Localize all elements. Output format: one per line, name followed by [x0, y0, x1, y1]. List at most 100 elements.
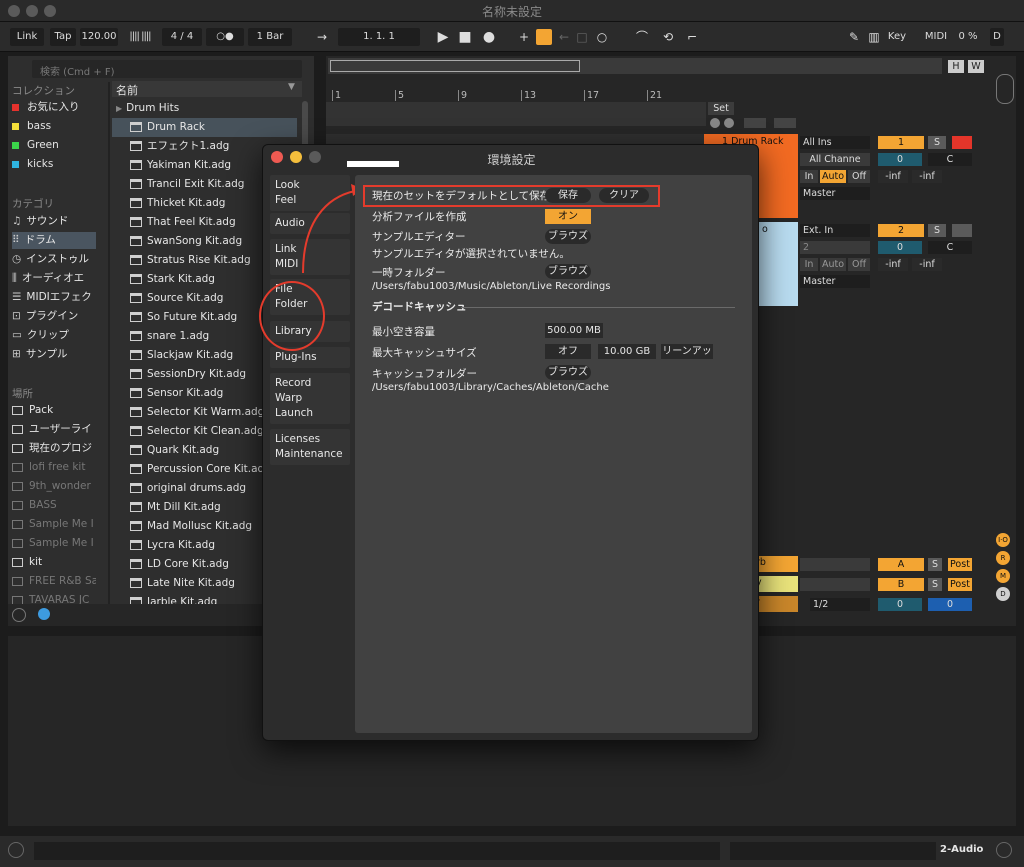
pan-field-1[interactable]: C: [928, 153, 972, 166]
input-type-dropdown-1[interactable]: All Ins: [800, 136, 870, 149]
master-volume-field[interactable]: 0: [878, 598, 922, 611]
collection-item[interactable]: kicks: [12, 156, 96, 173]
follow-icon[interactable]: →: [312, 28, 332, 46]
h-button[interactable]: H: [948, 60, 964, 73]
master-cue-dropdown[interactable]: 1/2: [810, 598, 870, 611]
tempo-field[interactable]: 120.00: [80, 28, 118, 46]
preview-toggle-icon[interactable]: [38, 608, 50, 620]
back-to-arrangement-icon[interactable]: ←: [556, 28, 572, 46]
session-record-icon[interactable]: ○: [594, 28, 610, 46]
arrangement-position-field[interactable]: 1. 1. 1: [338, 28, 420, 46]
category-item[interactable]: ⫼ オーディオエ: [12, 270, 96, 287]
input-type-dropdown-2[interactable]: Ext. In: [800, 224, 870, 237]
category-item[interactable]: ⠿ ドラム: [12, 232, 96, 249]
monitor-off-1[interactable]: Off: [848, 170, 870, 183]
return-b-solo[interactable]: S: [928, 578, 942, 591]
place-item[interactable]: BASS: [12, 497, 96, 514]
stop-icon[interactable]: ■: [456, 28, 474, 46]
mixer-toggle-icon[interactable]: [996, 74, 1014, 104]
track-activator-2[interactable]: 2: [878, 224, 924, 237]
input-channel-dropdown-1[interactable]: All Channe: [800, 153, 870, 166]
min-free-field[interactable]: 500.00 MB: [545, 323, 603, 338]
place-item[interactable]: FREE R&B Sa: [12, 573, 96, 590]
collection-item[interactable]: お気に入り: [12, 99, 96, 116]
expand-icon[interactable]: [744, 118, 766, 128]
monitor-auto-1[interactable]: Auto: [820, 170, 846, 183]
return-b-activator[interactable]: B: [878, 578, 924, 591]
arm-button-1[interactable]: [952, 136, 972, 149]
quantize-dropdown[interactable]: 1 Bar: [248, 28, 292, 46]
preferences-tab[interactable]: Plug-Ins: [270, 347, 350, 368]
sample-editor-browse-button[interactable]: ブラウズ: [545, 229, 591, 244]
save-default-button[interactable]: 保存: [545, 188, 591, 203]
return-b-post[interactable]: Post: [948, 578, 972, 591]
set-button[interactable]: Set: [708, 102, 734, 115]
capture-icon[interactable]: □: [574, 28, 590, 46]
midi-map-button[interactable]: MIDI: [922, 28, 950, 46]
volume-field-2[interactable]: 0: [878, 241, 922, 254]
category-item[interactable]: ⊡ プラグイン: [12, 308, 96, 325]
w-button[interactable]: W: [968, 60, 984, 73]
time-signature-field[interactable]: 4 / 4: [162, 28, 202, 46]
key-map-button[interactable]: Key: [884, 28, 910, 46]
info-view-icon[interactable]: [8, 842, 24, 858]
keyboard-icon[interactable]: ▥: [866, 28, 882, 46]
temp-folder-browse-button[interactable]: ブラウズ: [545, 264, 591, 279]
overview-bar[interactable]: [328, 58, 942, 74]
category-item[interactable]: ⊞ サンプル: [12, 346, 96, 363]
locator-prev-icon[interactable]: [710, 118, 720, 128]
clear-default-button[interactable]: クリア: [599, 188, 649, 203]
max-cache-toggle[interactable]: オフ: [545, 344, 591, 359]
arm-button-2[interactable]: [952, 224, 972, 237]
file-item[interactable]: Drum Rack: [112, 118, 297, 137]
volume-field-1[interactable]: 0: [878, 153, 922, 166]
draw-mode-icon[interactable]: ⌒: [632, 28, 652, 46]
category-item[interactable]: ☰ MIDIエフェク: [12, 289, 96, 306]
link-button[interactable]: Link: [10, 28, 44, 46]
place-item[interactable]: ユーザーライ: [12, 421, 96, 438]
input-channel-dropdown-2[interactable]: 2: [800, 241, 870, 254]
nudge-icon[interactable]: |||| ||||: [122, 28, 158, 46]
collection-item[interactable]: bass: [12, 118, 96, 135]
preferences-tab[interactable]: Licenses Maintenance: [270, 429, 350, 465]
place-item[interactable]: Pack: [12, 402, 96, 419]
overdub-icon[interactable]: +: [516, 28, 532, 46]
pan-field-2[interactable]: C: [928, 241, 972, 254]
place-item[interactable]: 9th_wonder: [12, 478, 96, 495]
pencil-icon[interactable]: ✎: [846, 28, 862, 46]
view-toggle-2[interactable]: M: [996, 569, 1010, 583]
cleanup-button[interactable]: リーンアッ: [661, 344, 713, 359]
monitor-off-2[interactable]: Off: [848, 258, 870, 271]
monitor-in-1[interactable]: In: [800, 170, 818, 183]
place-item[interactable]: 現在のプロジ: [12, 440, 96, 457]
analysis-toggle[interactable]: オン: [545, 209, 591, 224]
lock-icon[interactable]: [774, 118, 796, 128]
view-toggle-3[interactable]: D: [996, 587, 1010, 601]
return-a-activator[interactable]: A: [878, 558, 924, 571]
record-icon[interactable]: ●: [480, 28, 498, 46]
play-icon[interactable]: ▶: [434, 28, 452, 46]
view-toggle-0[interactable]: I·O: [996, 533, 1010, 547]
search-input[interactable]: 検索 (Cmd + F): [32, 60, 302, 78]
name-column-header[interactable]: 名前 ▼: [112, 81, 302, 97]
overview-region[interactable]: [330, 60, 580, 72]
master-pan-field[interactable]: 0: [928, 598, 972, 611]
place-item[interactable]: kit: [12, 554, 96, 571]
solo-button-1[interactable]: S: [928, 136, 946, 149]
output-dropdown-2[interactable]: Master: [800, 275, 870, 288]
output-dropdown-1[interactable]: Master: [800, 187, 870, 200]
return-a-solo[interactable]: S: [928, 558, 942, 571]
tap-button[interactable]: Tap: [50, 28, 76, 46]
view-toggle-1[interactable]: R: [996, 551, 1010, 565]
category-item[interactable]: ◷ インストゥル: [12, 251, 96, 268]
max-cache-field[interactable]: 10.00 GB: [598, 344, 656, 359]
category-item[interactable]: ▭ クリップ: [12, 327, 96, 344]
collection-item[interactable]: Green: [12, 137, 96, 154]
punch-icon[interactable]: ⌐: [682, 28, 702, 46]
track-activator-1[interactable]: 1: [878, 136, 924, 149]
place-item[interactable]: Sample Me I: [12, 516, 96, 533]
monitor-in-2[interactable]: In: [800, 258, 818, 271]
monitor-auto-2[interactable]: Auto: [820, 258, 846, 271]
loop-icon[interactable]: ⟲: [658, 28, 678, 46]
place-item[interactable]: Sample Me I: [12, 535, 96, 552]
